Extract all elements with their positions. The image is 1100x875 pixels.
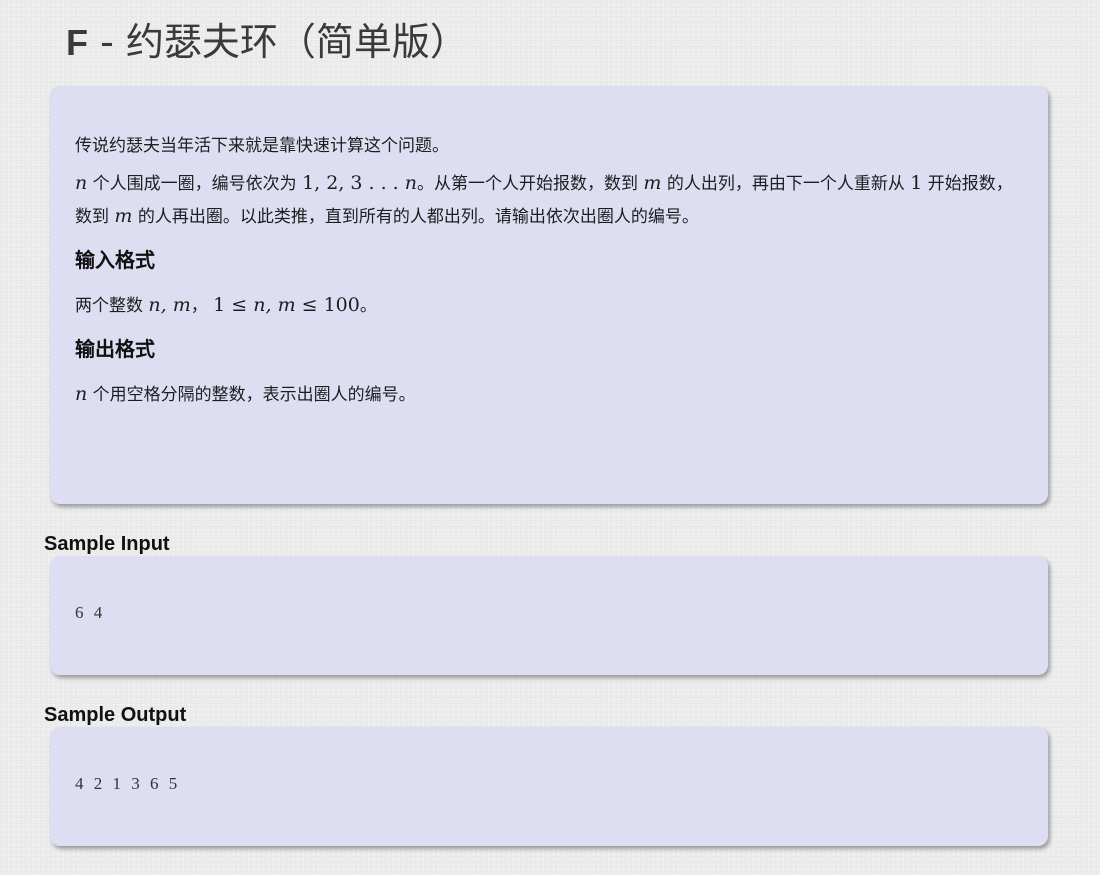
math-one: 1 — [910, 172, 923, 194]
statement-text-2: 。从第一个人开始报数，数到 — [417, 174, 644, 194]
problem-name: 约瑟夫环（简单版） — [125, 20, 468, 64]
input-format-text: 两个整数 n, m， 1 ≤ n, m ≤ 100。 — [75, 294, 377, 316]
title-separator: - — [88, 20, 126, 64]
math-input-vars: n, m — [148, 294, 191, 316]
statement-text-1: 个人围成一圈，编号依次为 — [87, 174, 303, 194]
sample-input-label: Sample Input — [44, 533, 170, 555]
output-format-heading: 输出格式 — [75, 337, 155, 361]
sample-input-content[interactable]: 6 4 — [75, 601, 1023, 625]
statement-text-5: 的人再出圈。以此类推，直到所有的人都出列。请输出依次出圈人的编号。 — [132, 207, 699, 227]
input-format-heading: 输入格式 — [75, 248, 155, 272]
output-format-text: n 个用空格分隔的整数，表示出圈人的编号。 — [75, 383, 416, 405]
intro-paragraph: 传说约瑟夫当年活下来就是靠快速计算这个问题。 — [75, 136, 449, 156]
problem-statement: n 个人围成一圈，编号依次为 1, 2, 3 . . . n。从第一个人开始报数… — [75, 167, 1024, 233]
sample-output-label: Sample Output — [44, 704, 187, 726]
math-var-n: n — [75, 172, 88, 194]
math-input-range: 1 ≤ n, m ≤ 100 — [213, 294, 360, 316]
math-var-m: m — [643, 172, 662, 194]
math-sequence: 1, 2, 3 . . . n — [302, 172, 418, 194]
statement-text-3: 的人出列，再由下一个人重新从 — [661, 174, 911, 194]
math-output-var-n: n — [75, 383, 88, 405]
sample-output-card: 4 2 1 3 6 5 — [50, 727, 1048, 846]
math-var-m-2: m — [114, 205, 133, 227]
sample-input-card: 6 4 — [50, 556, 1048, 675]
problem-description-card: 传说约瑟夫当年活下来就是靠快速计算这个问题。 n 个人围成一圈，编号依次为 1,… — [50, 86, 1048, 504]
page-title: F - 约瑟夫环（简单版） — [66, 14, 468, 71]
problem-letter: F — [66, 22, 88, 63]
sample-output-content[interactable]: 4 2 1 3 6 5 — [75, 772, 1023, 796]
